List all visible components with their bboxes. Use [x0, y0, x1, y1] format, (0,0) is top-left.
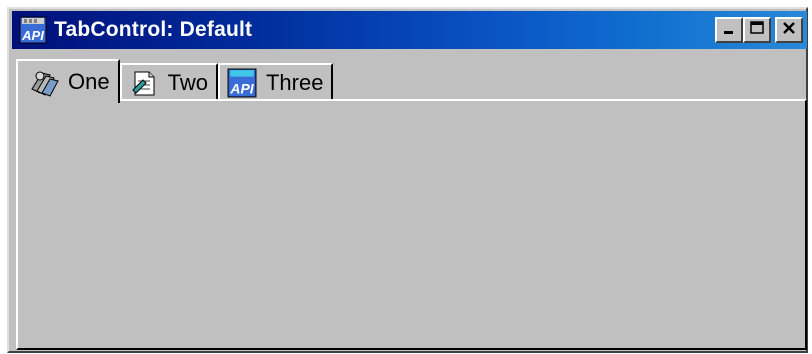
api-app-icon: API: [226, 68, 258, 98]
tab-two-label: Two: [167, 70, 208, 95]
tab-one-label: One: [68, 69, 110, 94]
close-button[interactable]: [775, 17, 803, 43]
tab-panel: [16, 99, 807, 350]
tab-two[interactable]: Two: [119, 63, 218, 101]
document-edit-icon: [128, 68, 160, 98]
minimize-button[interactable]: [715, 17, 743, 43]
window-title: TabControl: Default: [54, 18, 253, 41]
window-controls: [715, 17, 803, 43]
api-app-icon[interactable]: API: [18, 15, 48, 45]
svg-text:API: API: [229, 81, 254, 97]
title-bar[interactable]: API TabControl: Default: [12, 11, 807, 49]
tab-three-label: Three: [265, 70, 324, 95]
minimize-icon: [722, 21, 736, 40]
close-icon: [781, 20, 797, 41]
app-window: API TabControl: Default One Two API Thre…: [7, 7, 808, 353]
stack-people-icon: [28, 67, 60, 97]
maximize-button[interactable]: [743, 17, 771, 43]
tab-one[interactable]: One: [16, 59, 120, 103]
svg-text:API: API: [21, 28, 44, 43]
maximize-icon: [749, 20, 765, 41]
client-area: One Two API Three: [12, 53, 807, 350]
tab-three[interactable]: API Three: [217, 63, 334, 101]
tab-strip: One Two API Three: [16, 59, 334, 103]
